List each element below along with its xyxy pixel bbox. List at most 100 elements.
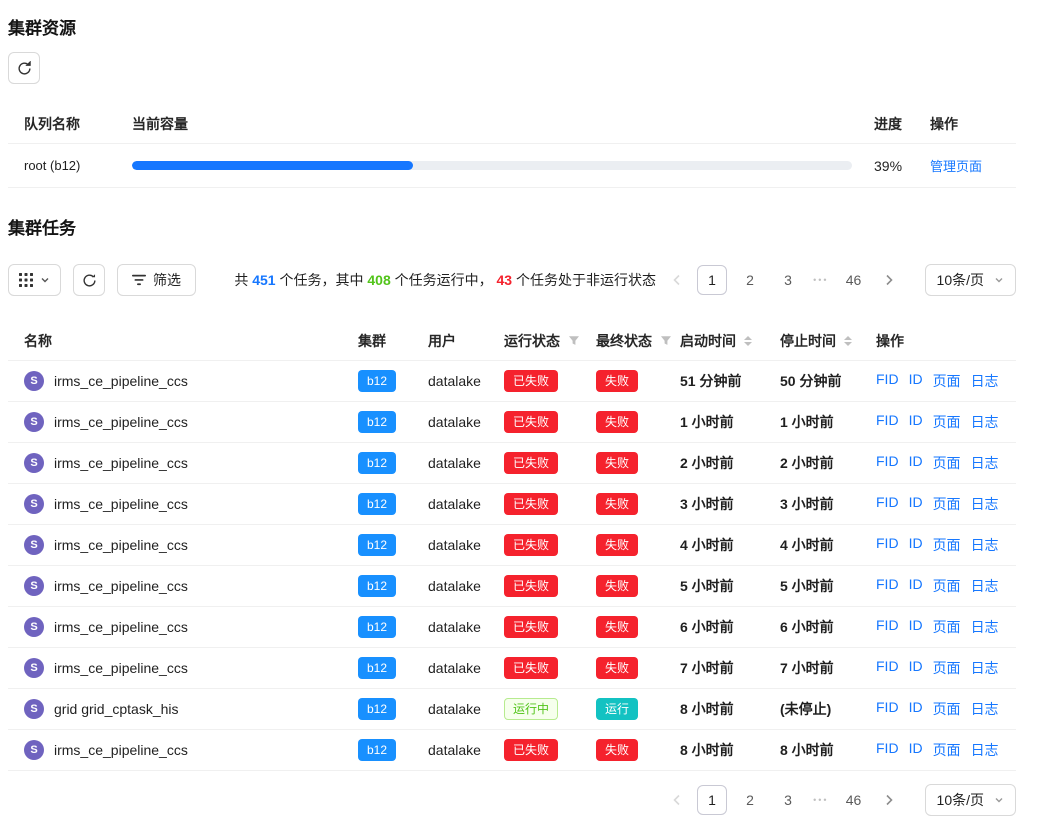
- log-link[interactable]: 日志: [971, 740, 999, 760]
- page-link[interactable]: 页面: [933, 494, 961, 514]
- fid-link[interactable]: FID: [876, 740, 899, 760]
- table-row: S irms_ce_pipeline_ccs b12 datalake 已失败 …: [8, 730, 1016, 771]
- page-link[interactable]: 页面: [933, 535, 961, 555]
- stop-time-cell: 4 小时前: [780, 535, 876, 555]
- page-link[interactable]: 页面: [933, 658, 961, 678]
- fid-link[interactable]: FID: [876, 412, 899, 432]
- filter-funnel-icon[interactable]: [568, 335, 580, 347]
- page-button-2[interactable]: 2: [735, 265, 765, 295]
- final-status-tag: 失败: [596, 739, 638, 761]
- run-status-tag: 已失败: [504, 616, 558, 638]
- stop-time-cell: 3 小时前: [780, 494, 876, 514]
- avatar: S: [24, 658, 44, 678]
- refresh-resources-button[interactable]: [8, 52, 40, 84]
- summary-text: 共: [234, 272, 252, 288]
- page-link[interactable]: 页面: [933, 699, 961, 719]
- id-link[interactable]: ID: [909, 371, 923, 391]
- log-link[interactable]: 日志: [971, 453, 999, 473]
- page-size-select[interactable]: 10条/页: [925, 264, 1016, 296]
- chevron-down-icon: [994, 275, 1004, 285]
- run-status-tag: 已失败: [504, 493, 558, 515]
- id-link[interactable]: ID: [909, 658, 923, 678]
- page-ellipsis[interactable]: •••: [811, 795, 830, 805]
- id-link[interactable]: ID: [909, 699, 923, 719]
- sort-icon[interactable]: [844, 336, 852, 346]
- fid-link[interactable]: FID: [876, 699, 899, 719]
- page-link[interactable]: 页面: [933, 617, 961, 637]
- start-time-cell: 3 小时前: [680, 494, 780, 514]
- fid-link[interactable]: FID: [876, 535, 899, 555]
- task-name: irms_ce_pipeline_ccs: [54, 619, 188, 635]
- log-link[interactable]: 日志: [971, 371, 999, 391]
- manage-page-link[interactable]: 管理页面: [930, 159, 982, 174]
- stop-time-cell: 5 小时前: [780, 576, 876, 596]
- id-link[interactable]: ID: [909, 576, 923, 596]
- fid-link[interactable]: FID: [876, 453, 899, 473]
- chevron-down-icon: [40, 275, 50, 285]
- id-link[interactable]: ID: [909, 412, 923, 432]
- log-link[interactable]: 日志: [971, 412, 999, 432]
- filter-lines-icon: [132, 274, 146, 286]
- resource-row: root (b12) 39% 管理页面: [8, 144, 1016, 188]
- table-row: S irms_ce_pipeline_ccs b12 datalake 已失败 …: [8, 402, 1016, 443]
- progress-value: 39%: [874, 158, 930, 174]
- final-status-header: 最终状态: [596, 331, 652, 351]
- view-mode-button[interactable]: [8, 264, 61, 296]
- page-button-1[interactable]: 1: [697, 265, 727, 295]
- id-link[interactable]: ID: [909, 740, 923, 760]
- log-link[interactable]: 日志: [971, 576, 999, 596]
- fid-link[interactable]: FID: [876, 371, 899, 391]
- final-status-tag: 失败: [596, 370, 638, 392]
- cluster-tasks-section: 集群任务: [8, 214, 1016, 816]
- page-ellipsis[interactable]: •••: [811, 275, 830, 285]
- start-time-cell: 5 小时前: [680, 576, 780, 596]
- cluster-resources-title: 集群资源: [8, 14, 1016, 39]
- stop-time-cell: 1 小时前: [780, 412, 876, 432]
- id-link[interactable]: ID: [909, 535, 923, 555]
- user-header: 用户: [428, 331, 456, 351]
- progress-header: 进度: [874, 114, 930, 134]
- id-link[interactable]: ID: [909, 494, 923, 514]
- filter-funnel-icon[interactable]: [660, 335, 672, 347]
- task-name: irms_ce_pipeline_ccs: [54, 455, 188, 471]
- next-page-button[interactable]: [877, 265, 901, 295]
- chevron-down-icon: [994, 795, 1004, 805]
- fid-link[interactable]: FID: [876, 576, 899, 596]
- id-link[interactable]: ID: [909, 453, 923, 473]
- page-button-3[interactable]: 3: [773, 265, 803, 295]
- page-link[interactable]: 页面: [933, 412, 961, 432]
- page-link[interactable]: 页面: [933, 576, 961, 596]
- stop-time-cell: 7 小时前: [780, 658, 876, 678]
- page-link[interactable]: 页面: [933, 453, 961, 473]
- refresh-tasks-button[interactable]: [73, 264, 105, 296]
- log-link[interactable]: 日志: [971, 535, 999, 555]
- filter-button[interactable]: 筛选: [117, 264, 196, 296]
- log-link[interactable]: 日志: [971, 494, 999, 514]
- cluster-header: 集群: [358, 331, 386, 351]
- user-cell: datalake: [428, 537, 504, 553]
- sort-icon[interactable]: [744, 336, 752, 346]
- fid-link[interactable]: FID: [876, 494, 899, 514]
- total-count: 451: [252, 272, 275, 288]
- avatar: S: [24, 699, 44, 719]
- page-size-select[interactable]: 10条/页: [925, 784, 1016, 816]
- stop-time-cell: (未停止): [780, 699, 876, 719]
- start-time-cell: 6 小时前: [680, 617, 780, 637]
- page-button-46[interactable]: 46: [839, 265, 869, 295]
- user-cell: datalake: [428, 414, 504, 430]
- log-link[interactable]: 日志: [971, 658, 999, 678]
- page-link[interactable]: 页面: [933, 371, 961, 391]
- queue-name-header: 队列名称: [8, 114, 132, 134]
- cluster-tag: b12: [358, 493, 396, 515]
- table-row: S irms_ce_pipeline_ccs b12 datalake 已失败 …: [8, 443, 1016, 484]
- log-link[interactable]: 日志: [971, 699, 999, 719]
- stop-time-header: 停止时间: [780, 331, 836, 351]
- fid-link[interactable]: FID: [876, 658, 899, 678]
- page-link[interactable]: 页面: [933, 740, 961, 760]
- avatar: S: [24, 412, 44, 432]
- prev-page-button[interactable]: [665, 265, 689, 295]
- user-cell: datalake: [428, 496, 504, 512]
- fid-link[interactable]: FID: [876, 617, 899, 637]
- id-link[interactable]: ID: [909, 617, 923, 637]
- log-link[interactable]: 日志: [971, 617, 999, 637]
